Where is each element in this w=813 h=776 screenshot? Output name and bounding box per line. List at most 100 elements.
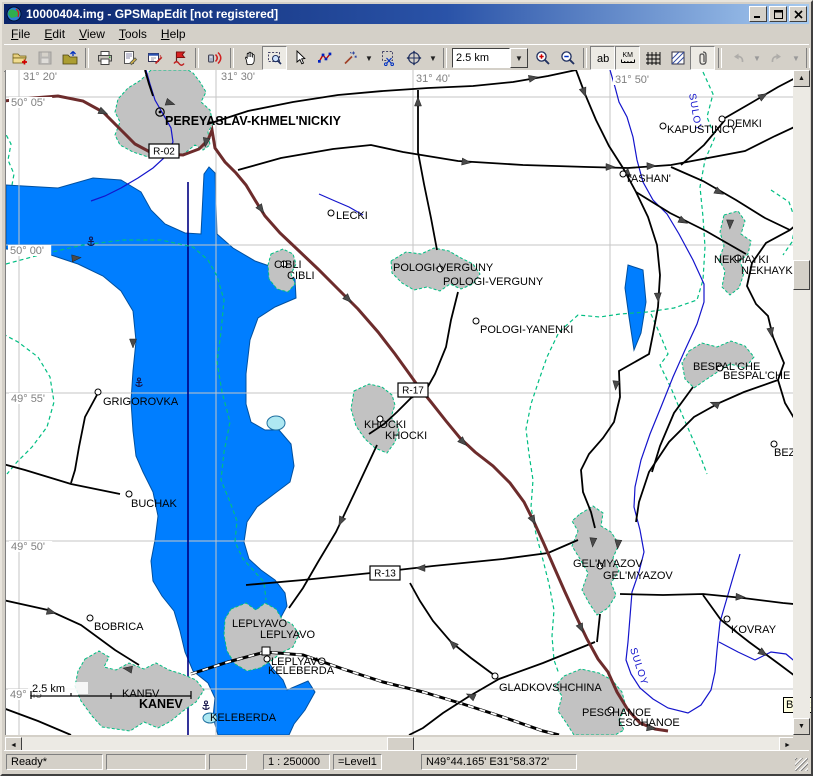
gps-upload-button[interactable] (202, 46, 227, 70)
close-map-button[interactable] (57, 46, 82, 70)
toggle-ruler-button[interactable]: KM (615, 46, 640, 70)
road-ref-label: R-13 (374, 569, 396, 580)
menu-file[interactable]: File (4, 25, 37, 43)
zoom-select-tool-button[interactable] (262, 46, 287, 70)
city-label: LECKI (336, 210, 368, 222)
city-point (724, 616, 730, 622)
toolbar-separator (583, 48, 587, 68)
zoom-in-button[interactable] (530, 46, 555, 70)
status-panel-2 (106, 754, 206, 770)
city-label: PEREYASLAV-KHMEL'NICKIY (165, 114, 342, 128)
map-image: 31° 20'31° 30'31° 40'31° 50'50° 05'50° 0… (6, 70, 797, 735)
toggle-grid-button[interactable] (640, 46, 665, 70)
map-scale-dropdown[interactable]: ▼ (510, 48, 528, 68)
scroll-down-button[interactable]: ▼ (793, 718, 810, 735)
city-label: LEPLYAVO (260, 629, 315, 641)
city-point (126, 491, 132, 497)
toggle-labels-button[interactable]: ab (590, 46, 615, 70)
city-label: POLOGI-VERGUNY (393, 262, 494, 274)
map-scale-value[interactable]: 2.5 km (452, 48, 510, 68)
city-point (95, 389, 101, 395)
city-label: GLADKOVSHCHINA (499, 682, 602, 694)
toolbar-separator (230, 48, 234, 68)
grid-coordinate-label: 49° 55' (11, 393, 45, 405)
map-scale-combo[interactable]: 2.5 km▼ (452, 48, 528, 68)
city-point (492, 673, 498, 679)
redo-dropdown[interactable]: ▼ (789, 46, 803, 70)
svg-text:ab: ab (597, 53, 609, 65)
city-label: KANEV (122, 688, 160, 700)
city-label: BOBRICA (94, 621, 144, 633)
city-label: GRIGOROVKA (103, 396, 179, 408)
status-ready: Ready* (6, 754, 103, 770)
road-ref-label: R-17 (402, 386, 424, 397)
grid-coordinate-label: 31° 20' (23, 71, 57, 83)
maximize-button[interactable] (769, 6, 787, 22)
city-label: KELEBERDA (268, 665, 335, 677)
toggle-attachments-button[interactable] (690, 46, 715, 70)
resize-grip[interactable] (795, 758, 808, 771)
undo-button[interactable] (725, 46, 750, 70)
toolbar-separator (718, 48, 722, 68)
menu-view[interactable]: View (72, 25, 112, 43)
status-zoom-level: =Level1 (333, 754, 382, 770)
city-label: POLOGI-YANENKI (480, 324, 573, 336)
title-bar[interactable]: 10000404.img - GPSMapEdit [not registere… (4, 4, 809, 24)
magic-wand-dropdown[interactable]: ▼ (362, 46, 376, 70)
properties-button[interactable] (117, 46, 142, 70)
open-map-button[interactable] (7, 46, 32, 70)
city-label: CIBLI (287, 270, 315, 282)
city-label: ESCHANOE (618, 717, 680, 729)
scroll-up-button[interactable]: ▲ (793, 70, 810, 87)
road-ref-label: R-02 (153, 147, 175, 158)
toolbar-separator (443, 48, 447, 68)
toolbar-separator (806, 48, 810, 68)
close-button[interactable] (789, 6, 807, 22)
city-label: GEL'MYAZOV (603, 570, 673, 582)
app-window: 10000404.img - GPSMapEdit [not registere… (0, 0, 813, 776)
print-button[interactable] (92, 46, 117, 70)
menu-help[interactable]: Help (154, 25, 193, 43)
move-map-button[interactable] (401, 46, 426, 70)
grid-coordinate-label: 50° 00' (10, 245, 44, 257)
add-polyline-button[interactable] (312, 46, 337, 70)
toolbar-separator (85, 48, 89, 68)
grid-coordinate-label: 50° 05' (11, 97, 45, 109)
vertical-scroll-thumb[interactable] (793, 260, 810, 290)
minimize-button[interactable] (749, 6, 767, 22)
vertical-scrollbar[interactable]: ▲ ▼ (793, 70, 810, 735)
city-label: BUCHAK (131, 498, 178, 510)
grid-coordinate-label: 49° 50' (11, 541, 45, 553)
scalebar-label: 2.5 km (32, 683, 65, 695)
svg-text:KM: KM (622, 52, 633, 59)
save-button[interactable] (32, 46, 57, 70)
toolbar: ▼▼2.5 km▼abKM▼▼ (4, 44, 809, 72)
toggle-hatch-button[interactable] (665, 46, 690, 70)
menu-edit[interactable]: Edit (37, 25, 72, 43)
pan-tool-button[interactable] (237, 46, 262, 70)
move-map-dropdown[interactable]: ▼ (426, 46, 440, 70)
grid-coordinate-label: 31° 40' (416, 73, 450, 85)
city-label: GEL'MYAZOV (573, 558, 643, 570)
edit-header-button[interactable] (142, 46, 167, 70)
trim-button[interactable] (376, 46, 401, 70)
city-label: KOVRAY (731, 624, 777, 636)
city-label: KHOCKI (385, 430, 427, 442)
city-label: TASHAN' (625, 173, 671, 185)
city-label: POLOGI-VERGUNY (443, 276, 544, 288)
undo-dropdown[interactable]: ▼ (750, 46, 764, 70)
toolbar-separator (195, 48, 199, 68)
app-icon (6, 6, 22, 22)
city-label: KELEBERDA (210, 712, 277, 724)
status-bar: Ready* 1 : 250000 =Level1 N49°44.165' E3… (4, 750, 809, 772)
magic-wand-button[interactable] (337, 46, 362, 70)
menu-tools[interactable]: Tools (112, 25, 154, 43)
zoom-out-button[interactable] (555, 46, 580, 70)
select-tool-button[interactable] (287, 46, 312, 70)
map-canvas[interactable]: 31° 20'31° 30'31° 40'31° 50'50° 05'50° 0… (5, 70, 797, 735)
grid-coordinate-label: 31° 30' (221, 71, 255, 83)
city-label: BESPAL'CHE (723, 370, 790, 382)
redo-button[interactable] (764, 46, 789, 70)
city-point (473, 318, 479, 324)
route-flag-button[interactable] (167, 46, 192, 70)
